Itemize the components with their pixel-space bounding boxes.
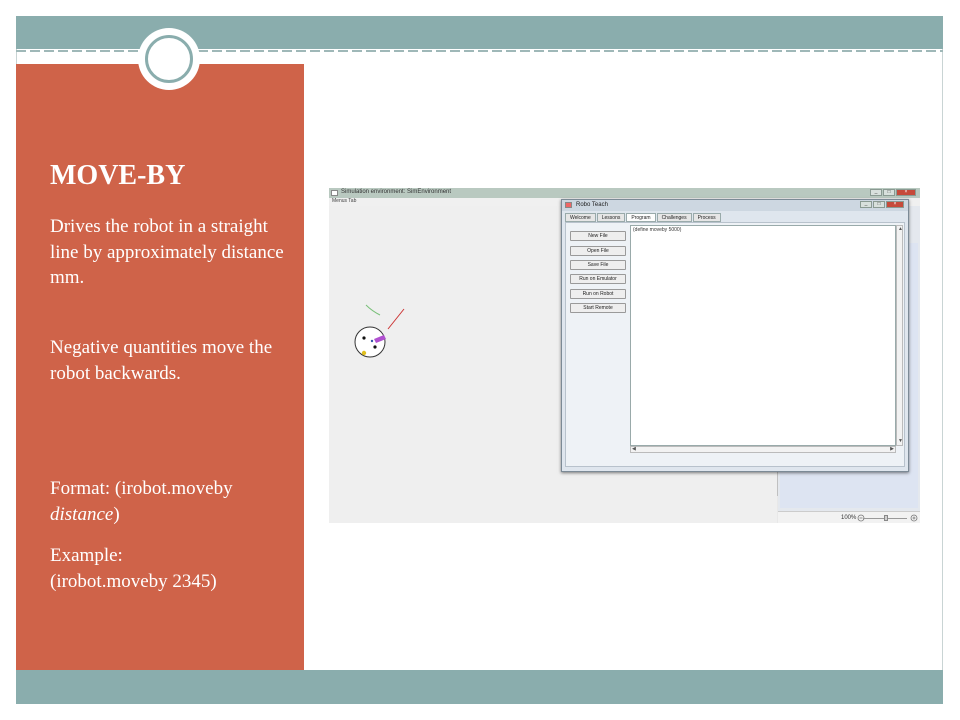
tab-process[interactable]: Process [692, 213, 721, 222]
app-icon [331, 190, 338, 196]
sensor-icon [361, 350, 367, 356]
program-panel: New File Open File Save File Run on Emul… [565, 222, 905, 467]
sensor-ray-red [387, 308, 405, 330]
scroll-right-icon[interactable]: ▶ [890, 447, 894, 452]
example-code: (irobot.moveby 2345) [50, 570, 217, 592]
format-paragraph: Format: (irobot.moveby distance) [50, 476, 290, 527]
sim-window-title: Simulation environment: SimEnvironment [341, 189, 452, 195]
close-button[interactable]: × [896, 189, 916, 196]
start-remote-button[interactable]: Start Remote [570, 303, 626, 313]
robot-center-dot [370, 339, 374, 343]
tab-lessons[interactable]: Lessons [596, 213, 626, 222]
robo-close-button[interactable]: × [886, 201, 904, 208]
tab-program[interactable]: Program [626, 213, 656, 222]
editor-horizontal-scrollbar[interactable]: ◀ ▶ [630, 446, 896, 453]
run-on-emulator-button[interactable]: Run on Emulator [570, 274, 626, 284]
robot-wheel-dot [373, 345, 377, 349]
run-on-robot-button[interactable]: Run on Robot [570, 289, 626, 299]
save-file-button[interactable]: Save File [570, 260, 626, 270]
robo-maximize-button[interactable]: □ [873, 201, 885, 208]
bottom-band [16, 670, 943, 704]
tab-bar: Welcome Lessons Program Challenges Proce… [565, 213, 722, 222]
maximize-button[interactable]: □ [883, 189, 895, 196]
title-ornament-center [153, 43, 185, 75]
scroll-left-icon[interactable]: ◀ [632, 447, 636, 452]
slide-title: MOVE-BY [50, 160, 186, 191]
robot-wheel-dot [362, 336, 366, 340]
tab-welcome[interactable]: Welcome [565, 213, 596, 222]
open-file-button[interactable]: Open File [570, 246, 626, 256]
sim-window-titlebar: Simulation environment: SimEnvironment _… [329, 188, 920, 198]
new-file-button[interactable]: New File [570, 231, 626, 241]
minimize-button[interactable]: _ [870, 189, 882, 196]
description-paragraph: Drives the robot in a straight line by a… [50, 216, 284, 288]
tab-challenges[interactable]: Challenges [656, 213, 692, 222]
embedded-screenshot: Simulation environment: SimEnvironment _… [329, 188, 920, 523]
robo-window-title: Robo Teach [576, 202, 608, 208]
robot-body [354, 326, 386, 358]
zoom-level: 100% [841, 515, 857, 521]
format-suffix: ) [113, 503, 120, 525]
robo-window-titlebar: Robo Teach _ □ × [562, 200, 908, 211]
scroll-down-icon[interactable]: ▼ [898, 439, 903, 444]
negative-note-paragraph: Negative quantities move the robot backw… [50, 337, 273, 384]
editor-code-line: (define moveby 5000) [633, 227, 682, 233]
sim-menu-items[interactable]: Menus Tab [332, 198, 356, 204]
robo-app-icon [565, 202, 572, 208]
sensor-ray-green [365, 304, 381, 316]
zoom-in-icon[interactable] [910, 514, 918, 522]
scroll-up-icon[interactable]: ▲ [898, 227, 903, 232]
code-editor[interactable]: (define moveby 5000) [630, 225, 896, 446]
format-prefix: Format: (irobot.moveby [50, 478, 233, 499]
zoom-slider-handle[interactable] [884, 515, 888, 521]
example-label: Example: [50, 545, 123, 566]
example-paragraph: Example: (irobot.moveby 2345) [50, 543, 290, 594]
status-bar: 100% [778, 511, 920, 523]
robot-icon [354, 304, 405, 358]
robo-minimize-button[interactable]: _ [860, 201, 872, 208]
format-argument: distance [50, 503, 114, 525]
robo-teach-window[interactable]: Robo Teach _ □ × Welcome Lessons Program… [561, 199, 909, 472]
editor-vertical-scrollbar[interactable]: ▲ ▼ [896, 225, 903, 446]
